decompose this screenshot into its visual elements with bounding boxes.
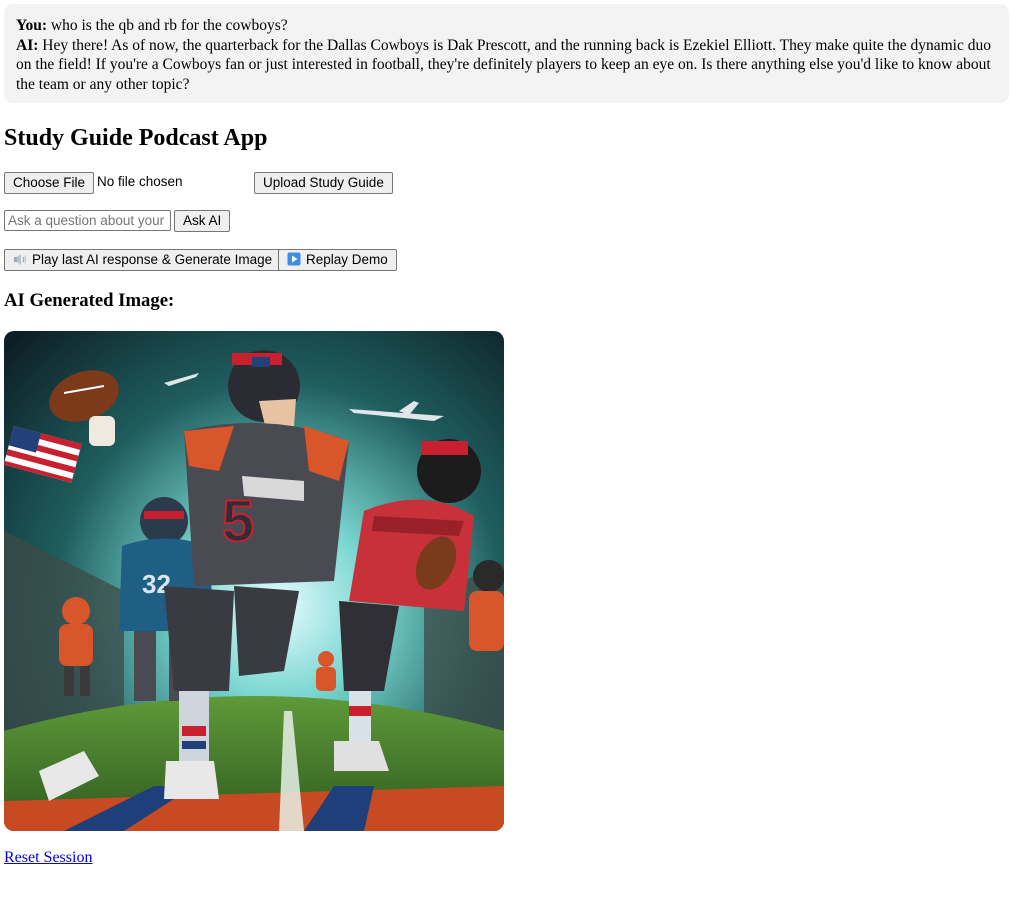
ai-message-text: Hey there! As of now, the quarterback fo… (16, 36, 991, 93)
page-title: Study Guide Podcast App (4, 125, 268, 151)
ask-ai-button[interactable]: Ask AI (174, 210, 231, 232)
play-icon (287, 252, 301, 272)
ai-generated-image: 32 5 (4, 331, 504, 831)
ai-message: AI: Hey there! As of now, the quarterbac… (16, 36, 997, 95)
replay-demo-label: Replay Demo (306, 252, 388, 267)
upload-study-guide-button[interactable]: Upload Study Guide (254, 172, 393, 194)
user-message: You: who is the qb and rb for the cowboy… (16, 16, 997, 36)
play-and-generate-button[interactable]: Play last AI response & Generate Image (4, 249, 282, 272)
replay-demo-button[interactable]: Replay Demo (278, 249, 397, 271)
image-heading: AI Generated Image: (4, 290, 175, 311)
football-players-image: 32 5 (4, 331, 504, 831)
ai-label: AI: (16, 36, 39, 54)
user-message-text: who is the qb and rb for the cowboys? (50, 17, 288, 34)
user-label: You: (16, 17, 48, 34)
chat-transcript: You: who is the qb and rb for the cowboy… (4, 4, 1009, 103)
file-status-text: No file chosen (97, 174, 183, 189)
play-and-generate-label: Play last AI response & Generate Image (32, 252, 273, 267)
question-input[interactable] (4, 210, 171, 231)
reset-session-link[interactable]: Reset Session (4, 849, 92, 867)
speaker-icon (13, 252, 27, 272)
choose-file-button[interactable]: Choose File (4, 172, 95, 194)
svg-text:5: 5 (222, 489, 254, 554)
